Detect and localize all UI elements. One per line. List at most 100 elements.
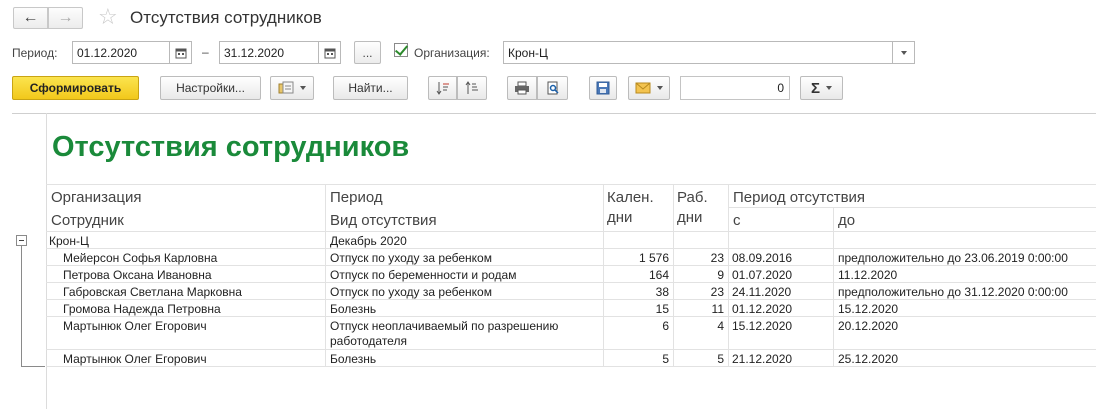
organization-input[interactable]: Крон-Ц	[503, 41, 893, 64]
work-days: 4	[717, 319, 724, 333]
date-to-calendar-button[interactable]	[319, 41, 341, 64]
back-button[interactable]: ←	[13, 7, 48, 29]
favorite-star-icon[interactable]: ☆	[98, 4, 118, 30]
forward-button[interactable]: →	[48, 7, 83, 29]
header-mid-line	[728, 207, 1096, 208]
work-days: 11	[711, 302, 724, 316]
row-separator	[46, 248, 1096, 249]
date-to-input[interactable]: 31.12.2020	[219, 41, 319, 64]
group-organization: Крон-Ц	[49, 234, 89, 248]
envelope-icon	[635, 82, 651, 94]
header-period: Период	[330, 189, 383, 206]
find-button[interactable]: Найти...	[333, 76, 408, 100]
work-days: 5	[717, 352, 724, 366]
calendar-days: 6	[662, 319, 669, 333]
calendar-days: 5	[662, 352, 669, 366]
window-title: Отсутствия сотрудников	[130, 8, 322, 27]
absence-to: 25.12.2020	[838, 352, 899, 366]
header-bottom-line	[46, 231, 1096, 232]
group-bracket-line	[21, 366, 45, 367]
organization-dropdown-button[interactable]	[893, 41, 915, 64]
chevron-down-icon	[826, 86, 832, 90]
absence-type: Болезнь	[330, 352, 377, 366]
absence-from: 01.12.2020	[732, 302, 793, 316]
calendar-days: 38	[655, 285, 669, 299]
floppy-disk-icon	[596, 81, 610, 95]
date-from-calendar-button[interactable]	[170, 41, 192, 64]
absence-from: 15.12.2020	[732, 319, 793, 333]
header-work-days-line1: Раб.	[677, 189, 708, 206]
employee-name: Громова Надежда Петровна	[63, 302, 221, 316]
absence-type: Отпуск неоплачиваемый по разрешению	[330, 319, 559, 333]
print-button[interactable]	[507, 76, 537, 100]
employee-name: Мартынюк Олег Егорович	[63, 352, 207, 366]
absence-from: 24.11.2020	[732, 285, 792, 299]
header-calendar-days-line1: Кален.	[607, 189, 654, 206]
work-days: 23	[710, 251, 724, 265]
calendar-days: 15	[655, 302, 669, 316]
header-organization: Организация	[51, 189, 142, 206]
arrow-left-icon: ←	[22, 9, 39, 26]
printer-icon	[515, 81, 529, 95]
settings-button[interactable]: Настройки...	[160, 76, 261, 100]
chevron-down-icon	[657, 86, 663, 90]
calendar-days: 164	[648, 268, 669, 282]
row-separator	[46, 265, 1096, 266]
absence-to: 11.12.2020	[838, 268, 898, 282]
employee-name: Мейерсон Софья Карловна	[63, 251, 218, 265]
row-separator	[46, 366, 1096, 367]
calendar-icon	[324, 48, 335, 58]
employee-name: Петрова Оксана Ивановна	[63, 268, 212, 282]
report-variants-icon	[278, 81, 294, 94]
absence-to: предположительно до 31.12.2020 0:00:00	[838, 285, 1068, 299]
work-days: 9	[717, 268, 724, 282]
group-period: Декабрь 2020	[330, 234, 407, 248]
absence-type: Болезнь	[330, 302, 377, 316]
sort-descending-icon	[465, 81, 478, 94]
column-divider	[833, 207, 834, 366]
employee-name: Габровская Светлана Марковна	[63, 285, 242, 299]
date-from-input[interactable]: 01.12.2020	[72, 41, 170, 64]
sort-asc-button[interactable]	[428, 76, 457, 100]
organization-checkbox[interactable]	[394, 43, 408, 57]
header-top-line	[46, 184, 1096, 185]
header-absence-type: Вид отсутствия	[330, 212, 437, 229]
sort-ascending-icon	[436, 82, 449, 95]
report-frame	[12, 113, 1096, 114]
sort-desc-button[interactable]	[457, 76, 487, 100]
column-divider	[728, 184, 729, 366]
send-email-button[interactable]	[628, 76, 670, 100]
print-preview-button[interactable]	[537, 76, 568, 100]
sum-field[interactable]: 0	[680, 76, 790, 100]
row-separator	[46, 349, 1096, 350]
employee-name: Мартынюк Олег Егорович	[63, 319, 207, 333]
collapse-group-icon[interactable]	[16, 235, 27, 246]
header-calendar-days-line2: дни	[607, 209, 633, 226]
absence-from: 01.07.2020	[732, 268, 793, 282]
save-button[interactable]	[589, 76, 617, 100]
arrow-right-icon: →	[57, 9, 74, 26]
period-dash: –	[202, 45, 209, 59]
column-divider	[673, 184, 674, 366]
chevron-down-icon	[900, 50, 907, 55]
report-gutter-divider	[46, 113, 47, 409]
row-separator	[46, 282, 1096, 283]
header-from: с	[733, 212, 741, 229]
absence-to: 15.12.2020	[838, 302, 899, 316]
work-days: 23	[710, 285, 724, 299]
period-label: Период:	[12, 46, 58, 60]
calendar-icon	[175, 48, 186, 58]
header-absence-period: Период отсутствия	[733, 189, 866, 206]
sum-button[interactable]: Σ	[800, 76, 843, 100]
absence-from: 08.09.2016	[732, 251, 793, 265]
absence-type: Отпуск по уходу за ребенком	[330, 285, 492, 299]
header-work-days-line2: дни	[677, 209, 703, 226]
organization-label: Организация:	[414, 46, 490, 60]
generate-button[interactable]: Сформировать	[12, 76, 139, 100]
chevron-down-icon	[300, 86, 306, 90]
row-separator	[46, 316, 1096, 317]
period-select-button[interactable]: ...	[354, 41, 381, 64]
absence-type-continued: работодателя	[330, 334, 407, 348]
row-separator	[46, 299, 1096, 300]
variants-button[interactable]	[270, 76, 314, 100]
